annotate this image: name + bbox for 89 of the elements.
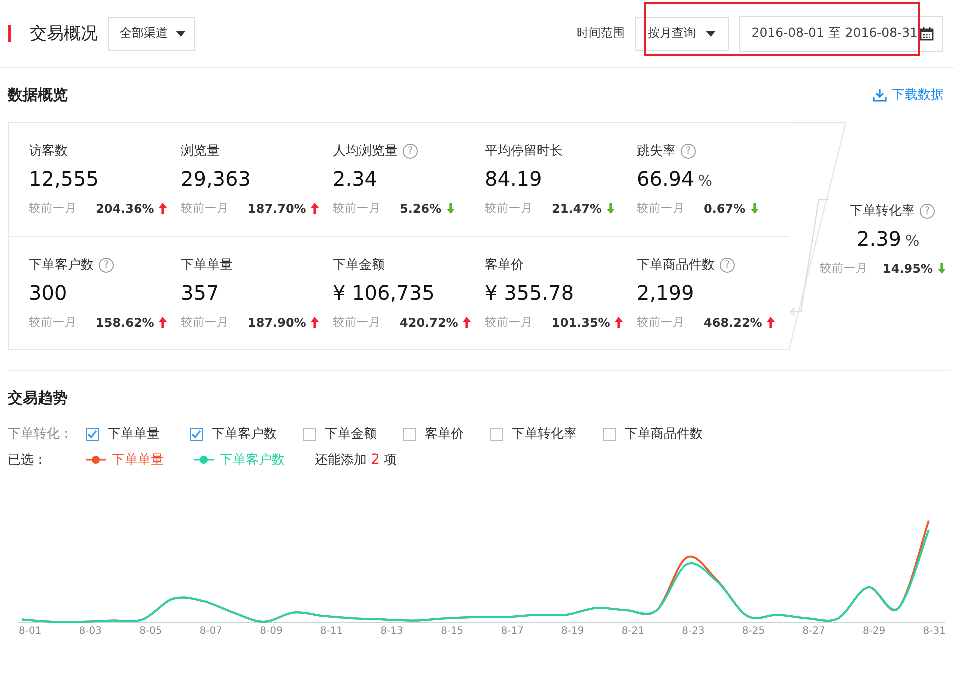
- compare-label: 较前一月: [637, 315, 686, 330]
- metric-checkbox[interactable]: 下单转化率: [490, 425, 577, 443]
- change-value: 5.26%: [400, 202, 442, 216]
- metric-label: 下单金额: [333, 257, 385, 274]
- metric-label: 下单客户数: [29, 257, 94, 274]
- caret-icon: [176, 30, 186, 36]
- metric-checkbox[interactable]: 客单价: [403, 425, 464, 443]
- metric-value: ¥ 106,735: [333, 281, 435, 305]
- compare-label: 较前一月: [637, 201, 686, 216]
- change-value: 187.70%: [248, 202, 306, 216]
- metric-value: 2,199: [637, 281, 694, 305]
- metric-value: ¥ 355.78: [485, 281, 574, 305]
- metric-value: 29,363: [181, 167, 251, 191]
- metric-label: 访客数: [29, 143, 68, 160]
- x-axis-label: 8-09: [260, 626, 283, 637]
- x-axis-label: 8-13: [380, 626, 404, 637]
- metric-label: 人均浏览量: [333, 143, 398, 160]
- metric-label: 浏览量: [181, 143, 220, 160]
- x-axis-label: 8-15: [440, 626, 464, 637]
- selected-label: 已选：: [8, 452, 48, 469]
- x-axis-label: 8-31: [923, 626, 946, 637]
- metric-label: 下单转化率: [850, 203, 915, 220]
- x-axis-label: 8-23: [682, 626, 705, 637]
- metric-checkbox[interactable]: 下单单量: [86, 425, 160, 443]
- checkbox[interactable]: [490, 428, 503, 440]
- change-value: 21.47%: [552, 202, 602, 216]
- x-axis-label: 8-11: [320, 626, 344, 637]
- x-axis-label: 8-19: [562, 626, 584, 637]
- x-axis-label: 8-25: [742, 626, 766, 637]
- checkbox[interactable]: [303, 428, 316, 440]
- compare-label: 较前一月: [333, 201, 382, 216]
- change-value: 468.22%: [704, 316, 762, 330]
- metric-label: 下单单量: [181, 257, 233, 274]
- checkbox[interactable]: [403, 428, 416, 440]
- download-icon: [873, 88, 887, 102]
- range-label: 时间范围: [576, 25, 625, 42]
- x-axis-label: 8-03: [79, 626, 102, 637]
- title-accent-bar: [8, 25, 11, 42]
- section-title: 交易趋势: [8, 389, 69, 408]
- compare-label: 较前一月: [29, 315, 78, 330]
- change-value: 14.95%: [883, 262, 933, 276]
- metric-value: 357: [181, 281, 220, 305]
- metric-checkbox[interactable]: 下单客户数: [190, 425, 277, 443]
- compare-label: 较前一月: [820, 261, 869, 276]
- checkbox[interactable]: [603, 428, 616, 440]
- page-title: 交易概况: [30, 23, 98, 45]
- compare-label: 较前一月: [333, 315, 382, 330]
- metric-value: 2.39: [857, 227, 902, 251]
- checkbox[interactable]: [190, 428, 203, 440]
- change-value: 158.62%: [96, 316, 154, 330]
- metric-unit: %: [906, 232, 920, 250]
- change-value: 204.36%: [96, 202, 154, 216]
- change-value: 187.90%: [248, 316, 306, 330]
- date-range-field[interactable]: 2016-08-01 至 2016-08-31: [738, 16, 943, 52]
- metric-label: 平均停留时长: [485, 143, 563, 160]
- remaining-count-text: 还能添加 2 项: [315, 451, 398, 469]
- compare-label: 较前一月: [181, 315, 230, 330]
- compare-label: 较前一月: [485, 315, 534, 330]
- change-value: 0.67%: [704, 202, 746, 216]
- x-axis-label: 8-05: [140, 626, 162, 637]
- metric-value: 2.34: [333, 167, 378, 191]
- x-axis-label: 8-01: [19, 626, 42, 637]
- channel-dropdown[interactable]: 全部渠道: [108, 16, 195, 50]
- x-axis-label: 8-27: [802, 626, 826, 637]
- compare-label: 较前一月: [485, 201, 534, 216]
- metric-checkbox[interactable]: 下单商品件数: [603, 425, 703, 443]
- x-axis-label: 8-07: [200, 626, 223, 637]
- metric-value: 66.94: [637, 167, 694, 191]
- filter-label: 下单转化：: [8, 426, 74, 443]
- metric-value: 12,555: [29, 167, 99, 191]
- calendar-icon: [920, 26, 934, 40]
- metric-label: 客单价: [485, 257, 524, 274]
- metric-value: 300: [29, 281, 68, 305]
- metric-unit: %: [698, 172, 713, 190]
- metric-checkbox[interactable]: 下单金额: [303, 425, 377, 443]
- range-mode-dropdown[interactable]: 按月查询: [634, 16, 729, 50]
- metric-value: 84.19: [485, 167, 542, 191]
- section-title: 数据概览: [8, 86, 68, 104]
- change-value: 101.35%: [552, 316, 610, 330]
- caret-icon: [706, 30, 716, 36]
- change-value: 420.72%: [400, 316, 458, 330]
- checkbox[interactable]: [86, 428, 99, 440]
- x-axis-label: 8-29: [862, 626, 886, 637]
- compare-label: 较前一月: [29, 201, 78, 216]
- x-axis-label: 8-17: [501, 626, 524, 637]
- x-axis-label: 8-21: [622, 626, 645, 637]
- compare-label: 较前一月: [181, 201, 230, 216]
- metric-label: 跳失率: [637, 143, 676, 160]
- metric-label: 下单商品件数: [637, 257, 715, 274]
